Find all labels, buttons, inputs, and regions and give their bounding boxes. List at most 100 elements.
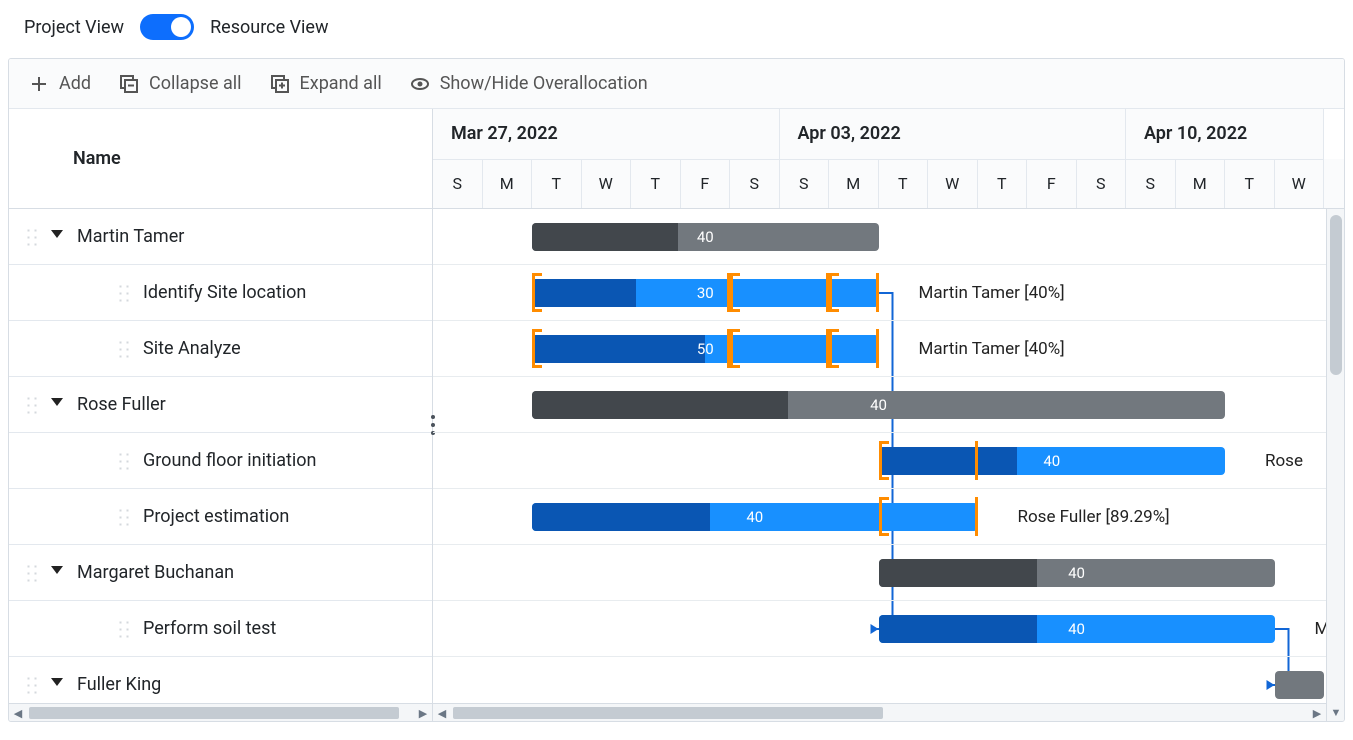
timeline-header: Mar 27, 2022Apr 03, 2022Apr 10, 2022 SMT…: [433, 109, 1344, 209]
name-column-label: Name: [73, 148, 121, 169]
day-header-cell: W: [582, 159, 632, 209]
add-label: Add: [59, 73, 91, 94]
task-name: Fuller King: [77, 674, 161, 695]
timeline-body[interactable]: 4030Martin Tamer [40%]50Martin Tamer [40…: [433, 209, 1344, 719]
chevron-down-icon[interactable]: [51, 678, 65, 692]
task-row[interactable]: Rose Fuller: [9, 377, 432, 433]
task-name: Identify Site location: [143, 282, 306, 303]
gantt-container: Add Collapse all Expand all Show/Hide Ov…: [8, 58, 1345, 722]
bar-progress-label: 40: [746, 508, 763, 526]
drag-handle-icon[interactable]: [117, 451, 131, 471]
overallocation-marker: [879, 497, 978, 536]
summary-bar[interactable]: 40: [532, 391, 1225, 419]
collapse-all-button[interactable]: Collapse all: [119, 73, 241, 94]
left-h-scrollbar[interactable]: ◀ ▶: [9, 703, 432, 721]
bar-row: 30Martin Tamer [40%]: [433, 265, 1332, 321]
drag-handle-icon[interactable]: [117, 619, 131, 639]
overallocation-marker: [730, 329, 829, 368]
task-rows: Martin Tamer Identify Site location Site A…: [9, 209, 432, 703]
chevron-down-icon[interactable]: [51, 398, 65, 412]
day-header-cell: F: [681, 159, 731, 209]
plus-icon: [29, 74, 49, 94]
chevron-down-icon[interactable]: [51, 230, 65, 244]
drag-handle-icon[interactable]: [117, 283, 131, 303]
drag-handle-icon[interactable]: [25, 227, 39, 247]
right-panel: Mar 27, 2022Apr 03, 2022Apr 10, 2022 SMT…: [433, 109, 1344, 721]
day-header-cell: T: [532, 159, 582, 209]
days-row: SMTWTFSSMTWTFSSMTW: [433, 159, 1344, 209]
view-toggle-bar: Project View Resource View: [0, 0, 1353, 54]
bar-progress-label: 40: [1068, 620, 1085, 638]
add-button[interactable]: Add: [29, 73, 91, 94]
task-name: Margaret Buchanan: [77, 562, 234, 583]
name-column-header[interactable]: Name: [9, 109, 432, 209]
show-hide-label: Show/Hide Overallocation: [440, 73, 648, 94]
overallocation-marker: [730, 273, 829, 312]
day-header-cell: T: [879, 159, 929, 209]
bar-assignee-label: Rose Fuller [89.29%]: [1018, 489, 1170, 545]
bar-assignee-label: Martin Tamer [40%]: [919, 321, 1065, 377]
drag-handle-icon[interactable]: [117, 339, 131, 359]
day-header-cell: T: [1225, 159, 1275, 209]
expand-icon: [270, 74, 290, 94]
day-header-cell: M: [483, 159, 533, 209]
right-h-scrollbar[interactable]: ◀ ▶: [433, 703, 1326, 721]
bar-row: 40: [433, 545, 1332, 601]
overallocation-marker: [829, 329, 879, 368]
resource-view-label: Resource View: [210, 17, 328, 38]
weeks-row: Mar 27, 2022Apr 03, 2022Apr 10, 2022: [433, 109, 1344, 159]
day-header-cell: M: [1176, 159, 1226, 209]
bar-progress-label: 40: [1043, 452, 1060, 470]
expand-all-button[interactable]: Expand all: [270, 73, 382, 94]
task-name: Rose Fuller: [77, 394, 166, 415]
project-view-label: Project View: [24, 17, 124, 38]
task-row[interactable]: Ground floor initiation: [9, 433, 432, 489]
collapse-all-label: Collapse all: [149, 73, 241, 94]
view-switch[interactable]: [140, 14, 194, 40]
left-panel: Name Martin Tamer Identify Site location S…: [9, 109, 433, 721]
bar-row: 40 Rose Fuller [89.29%]: [433, 489, 1332, 545]
drag-handle-icon[interactable]: [25, 395, 39, 415]
drag-handle-icon[interactable]: [25, 675, 39, 695]
day-header-cell: F: [1027, 159, 1077, 209]
show-hide-overallocation-button[interactable]: Show/Hide Overallocation: [410, 73, 648, 94]
day-header-cell: M: [829, 159, 879, 209]
right-v-scrollbar[interactable]: ▼: [1326, 209, 1344, 721]
task-row[interactable]: Perform soil test: [9, 601, 432, 657]
summary-bar[interactable]: 40: [879, 559, 1275, 587]
drag-handle-icon[interactable]: [117, 507, 131, 527]
bar-assignee-label: Rose: [1265, 433, 1303, 489]
task-row[interactable]: Margaret Buchanan: [9, 545, 432, 601]
task-row[interactable]: Fuller King: [9, 657, 432, 703]
week-header-cell: Mar 27, 2022: [433, 109, 780, 159]
task-row[interactable]: Project estimation: [9, 489, 432, 545]
task-row[interactable]: Site Analyze: [9, 321, 432, 377]
task-name: Martin Tamer: [77, 226, 184, 247]
bar-progress-label: 30: [697, 284, 714, 302]
bar-row: 40M: [433, 601, 1332, 657]
task-name: Perform soil test: [143, 618, 276, 639]
summary-bar[interactable]: 40: [532, 223, 879, 251]
task-name: Ground floor initiation: [143, 450, 316, 471]
task-bar[interactable]: 40: [879, 615, 1275, 643]
gantt-body: Name Martin Tamer Identify Site location S…: [9, 109, 1344, 721]
bar-progress-label: 40: [1068, 564, 1085, 582]
drag-handle-icon[interactable]: [25, 563, 39, 583]
week-header-cell: Apr 10, 2022: [1126, 109, 1324, 159]
summary-bar[interactable]: [1275, 671, 1325, 699]
chevron-down-icon[interactable]: [51, 566, 65, 580]
bar-progress-label: 40: [697, 228, 714, 246]
task-row[interactable]: Identify Site location: [9, 265, 432, 321]
day-header-cell: W: [1275, 159, 1325, 209]
task-name: Project estimation: [143, 506, 289, 527]
task-name: Site Analyze: [143, 338, 241, 359]
day-header-cell: S: [433, 159, 483, 209]
task-row[interactable]: Martin Tamer: [9, 209, 432, 265]
overallocation-marker: [829, 273, 879, 312]
toolbar: Add Collapse all Expand all Show/Hide Ov…: [9, 59, 1344, 109]
day-header-cell: T: [978, 159, 1028, 209]
bar-row: 40 Rose: [433, 433, 1332, 489]
day-header-cell: S: [780, 159, 830, 209]
bar-row: 50Martin Tamer [40%]: [433, 321, 1332, 377]
bar-progress-label: 40: [870, 396, 887, 414]
